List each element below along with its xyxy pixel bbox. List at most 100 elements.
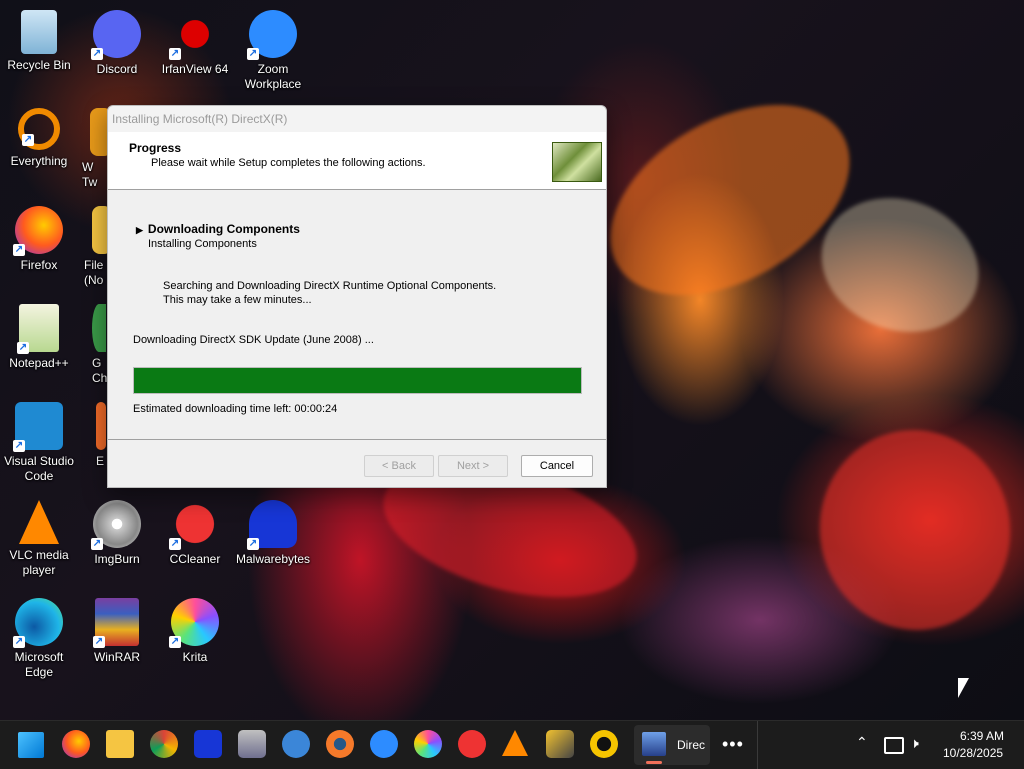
desktop-icon-vscode[interactable]: ↗ Visual Studio Code xyxy=(0,398,78,484)
taskbar-blender-icon[interactable] xyxy=(326,730,354,758)
krita-icon: ↗ xyxy=(169,598,219,648)
network-icon[interactable] xyxy=(884,737,904,754)
header-subtitle: Please wait while Setup completes the fo… xyxy=(151,157,426,169)
desktop-icon-ccleaner[interactable]: ↗ CCleaner xyxy=(156,496,234,567)
eta-label: Estimated downloading time left: 00:00:2… xyxy=(133,403,338,415)
partial-app-icon xyxy=(96,402,106,450)
imgburn-icon: ↗ xyxy=(91,500,141,550)
desktop-icon-firefox[interactable]: ↗ Firefox xyxy=(0,202,78,273)
next-step-label: Installing Components xyxy=(148,238,257,250)
desktop-icon-malwarebytes[interactable]: ↗ Malwarebytes xyxy=(234,496,312,567)
icon-label: E xyxy=(96,454,105,468)
taskbar-chrome-icon[interactable] xyxy=(150,730,178,758)
taskbar-malwarebytes-icon[interactable] xyxy=(194,730,222,758)
icon-label: Malwarebytes xyxy=(235,552,311,566)
directx-setup-dialog: Installing Microsoft(R) DirectX(R) Progr… xyxy=(107,105,607,488)
taskbar-pencil-app-icon[interactable] xyxy=(546,730,574,758)
desktop-icon-everything[interactable]: ↗ Everything xyxy=(0,104,78,169)
icon-label: Firefox xyxy=(20,258,58,272)
desktop: Recycle Bin ↗ Discord ↗ IrfanView 64 ↗ Z… xyxy=(0,0,1024,720)
icon-label: File xyxy=(84,258,104,272)
icon-label: Visual Studio Code xyxy=(4,454,74,483)
desktop-icon-edge[interactable]: ↗ Microsoft Edge xyxy=(0,594,78,680)
zoom-icon: ↗ xyxy=(247,10,297,60)
discord-icon: ↗ xyxy=(91,10,141,60)
recycle-bin-icon xyxy=(21,10,57,54)
description-line-1: Searching and Downloading DirectX Runtim… xyxy=(163,280,497,292)
icon-label: Everything xyxy=(10,154,68,168)
cancel-button[interactable]: Cancel xyxy=(521,455,593,477)
directx-setup-icon xyxy=(642,732,666,756)
start-button[interactable] xyxy=(18,732,44,758)
taskbar-directx-button[interactable]: Direc xyxy=(634,725,710,765)
clock-date[interactable]: 10/28/2025 xyxy=(943,746,1003,760)
step-description: Searching and Downloading DirectX Runtim… xyxy=(163,279,496,307)
shortcut-arrow-icon: ↗ xyxy=(247,48,259,60)
icon-label: IrfanView 64 xyxy=(161,62,229,76)
taskbar-file-explorer-icon[interactable] xyxy=(106,730,134,758)
winrar-icon: ↗ xyxy=(93,598,139,648)
shortcut-arrow-icon: ↗ xyxy=(169,538,181,550)
desktop-icon-imgburn[interactable]: ↗ ImgBurn xyxy=(78,496,156,567)
desktop-icon-irfanview[interactable]: ↗ IrfanView 64 xyxy=(156,6,234,77)
icon-label: Notepad++ xyxy=(9,356,69,370)
dialog-body: ▶ Downloading Components Installing Compo… xyxy=(108,190,606,440)
wallpaper-ribbon xyxy=(804,415,1024,645)
shortcut-arrow-icon: ↗ xyxy=(13,440,25,452)
icon-label: WinRAR xyxy=(93,650,140,664)
clock-time[interactable]: 6:39 AM xyxy=(960,729,1004,743)
icon-label: Tw xyxy=(82,175,98,189)
everything-icon: ↗ xyxy=(18,108,60,150)
ccleaner-icon: ↗ xyxy=(169,500,219,550)
directx-logo-icon xyxy=(552,142,602,182)
desktop-icon-krita[interactable]: ↗ Krita xyxy=(156,594,234,665)
taskbar-vlc-icon[interactable] xyxy=(502,730,528,756)
desktop-icon-notepadpp[interactable]: ↗ Notepad++ xyxy=(0,300,78,371)
icon-label: Krita xyxy=(182,650,208,664)
taskbar-network-app-icon[interactable] xyxy=(282,730,310,758)
taskbar-zoom-icon[interactable] xyxy=(370,730,398,758)
progress-bar-fill xyxy=(134,368,581,393)
desktop-icon-zoom[interactable]: ↗ Zoom Workplace xyxy=(234,6,312,92)
taskbar-app-icon[interactable] xyxy=(590,730,618,758)
icon-label: G xyxy=(92,356,102,370)
progress-bar xyxy=(133,367,582,394)
icon-label: (No xyxy=(84,273,104,287)
shortcut-arrow-icon: ↗ xyxy=(247,538,259,550)
vscode-icon: ↗ xyxy=(13,402,63,452)
volume-muted-icon[interactable]: 🕨 xyxy=(910,735,919,752)
desktop-icon-vlc[interactable]: VLC media player xyxy=(0,496,78,578)
icon-label: Recycle Bin xyxy=(7,58,71,72)
icon-label: Discord xyxy=(96,62,138,76)
taskbar-krita-icon[interactable] xyxy=(414,730,442,758)
firefox-icon: ↗ xyxy=(13,206,63,256)
taskbar-firefox-icon[interactable] xyxy=(62,730,90,758)
show-hidden-icons-chevron-up-icon[interactable]: ⌃ xyxy=(856,734,868,751)
shortcut-arrow-icon: ↗ xyxy=(93,636,105,648)
header-title: Progress xyxy=(129,141,182,155)
icon-label: Zoom Workplace xyxy=(244,62,302,91)
icon-label: CCleaner xyxy=(169,552,221,566)
shortcut-arrow-icon: ↗ xyxy=(169,636,181,648)
next-button[interactable]: Next > xyxy=(438,455,508,477)
mouse-cursor-icon xyxy=(958,678,969,698)
chrome-icon xyxy=(92,304,106,352)
dialog-title[interactable]: Installing Microsoft(R) DirectX(R) xyxy=(108,106,606,132)
current-step: ▶ Downloading Components xyxy=(136,222,300,236)
more-apps-icon[interactable]: ••• xyxy=(722,734,744,755)
taskbar: Direc ••• ⌃ 🕨 6:39 AM 10/28/2025 xyxy=(0,720,1024,769)
taskbar-active-label: Direc xyxy=(677,738,706,752)
shortcut-arrow-icon: ↗ xyxy=(169,48,181,60)
desktop-icon-recycle-bin[interactable]: Recycle Bin xyxy=(0,6,78,73)
desktop-icon-winrar[interactable]: ↗ WinRAR xyxy=(78,594,156,665)
desktop-icon-discord[interactable]: ↗ Discord xyxy=(78,6,156,77)
back-button[interactable]: < Back xyxy=(364,455,434,477)
taskbar-divider xyxy=(757,721,758,769)
taskbar-ccleaner-icon[interactable] xyxy=(458,730,486,758)
taskbar-app-icon[interactable] xyxy=(238,730,266,758)
description-line-2: This may take a few minutes... xyxy=(163,294,312,306)
active-indicator xyxy=(646,761,662,764)
icon-label: VLC media player xyxy=(9,548,69,577)
vlc-icon xyxy=(19,500,59,544)
download-status: Downloading DirectX SDK Update (June 200… xyxy=(133,334,374,346)
